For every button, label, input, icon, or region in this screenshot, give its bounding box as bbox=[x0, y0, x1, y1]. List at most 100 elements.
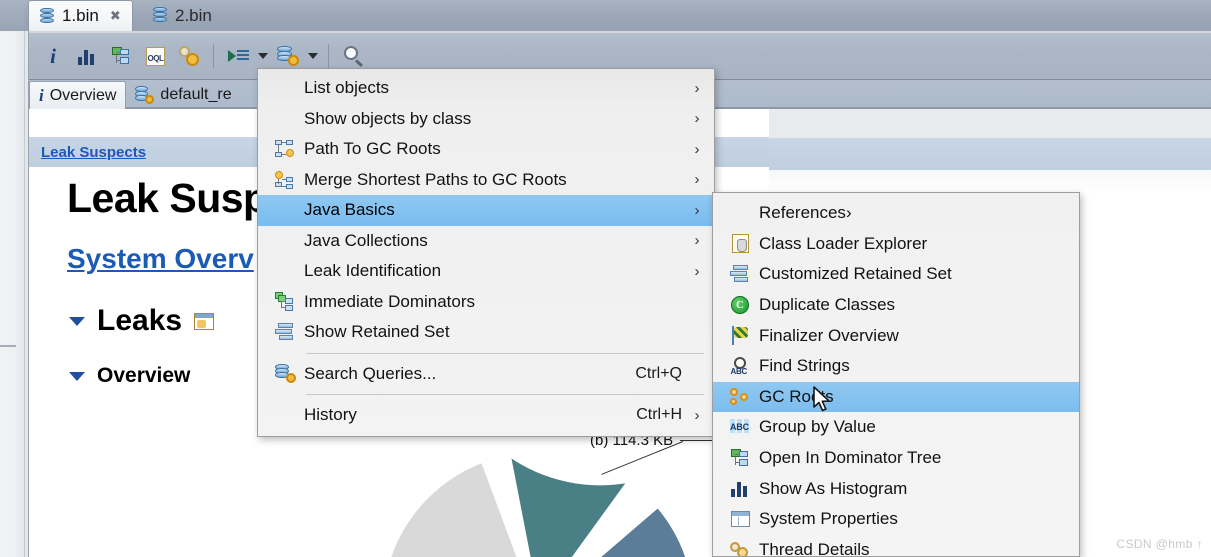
submenu-item-references[interactable]: References › bbox=[713, 198, 1079, 229]
retained-set-icon bbox=[730, 265, 750, 283]
menu-icon-slot bbox=[266, 323, 304, 341]
tab-default-report[interactable]: default_re bbox=[126, 81, 240, 109]
editor-tab-2bin[interactable]: 2.bin bbox=[142, 0, 223, 31]
menu-separator bbox=[306, 394, 704, 395]
menu-item-immediate-dominators[interactable]: Immediate Dominators bbox=[258, 287, 714, 318]
chevron-right-icon: › bbox=[694, 406, 700, 424]
menu-item-label: Duplicate Classes bbox=[759, 295, 896, 315]
menu-item-label: Class Loader Explorer bbox=[759, 233, 928, 253]
system-overview-link[interactable]: System Overv bbox=[67, 243, 254, 275]
menu-item-label: System Properties bbox=[759, 509, 898, 529]
chevron-right-icon: › bbox=[845, 203, 852, 223]
histogram-icon bbox=[77, 48, 97, 65]
find-strings-icon: ABC bbox=[731, 356, 750, 376]
twisty-down-icon[interactable] bbox=[69, 371, 85, 381]
chevron-down-icon bbox=[258, 53, 268, 59]
menu-item-show-retained-set[interactable]: Show Retained Set bbox=[258, 317, 714, 348]
section-overview-label: Overview bbox=[97, 364, 191, 387]
submenu-item-show-as-histogram[interactable]: Show As Histogram bbox=[713, 473, 1079, 504]
menu-item-label: Show objects by class bbox=[304, 108, 472, 128]
submenu-item-customized-retained-set[interactable]: Customized Retained Set bbox=[713, 259, 1079, 290]
menu-item-label: Path To GC Roots bbox=[304, 139, 441, 159]
breadcrumb-link-leak-suspects[interactable]: Leak Suspects bbox=[41, 144, 146, 161]
editor-tab-1bin[interactable]: 1.bin ✖ bbox=[28, 0, 133, 31]
menu-item-label: References bbox=[759, 203, 846, 223]
histogram-icon bbox=[730, 480, 750, 498]
editor-sash-handle[interactable] bbox=[0, 345, 16, 347]
left-gutter-top bbox=[0, 0, 24, 31]
submenu-item-thread-details[interactable]: Thread Details bbox=[713, 535, 1079, 557]
query-browser-icon bbox=[135, 86, 155, 104]
system-properties-icon bbox=[730, 511, 750, 528]
heap-dump-icon bbox=[39, 7, 55, 25]
query-browser-icon bbox=[277, 46, 299, 66]
toolbar-divider bbox=[328, 44, 329, 68]
oql-button[interactable]: OQL bbox=[138, 39, 172, 73]
overview-info-button[interactable]: i bbox=[36, 39, 70, 73]
application-window: 1.bin ✖ 2.bin i OQL i Overview default_r… bbox=[0, 0, 1211, 557]
retained-set-icon bbox=[275, 323, 295, 341]
submenu-item-group-by-value[interactable]: ABC Group by Value bbox=[713, 412, 1079, 443]
editor-tab-label: 2.bin bbox=[175, 5, 212, 25]
submenu-item-system-properties[interactable]: System Properties bbox=[713, 504, 1079, 535]
info-icon: i bbox=[39, 85, 44, 105]
chevron-right-icon: › bbox=[694, 232, 700, 250]
chevron-right-icon: › bbox=[694, 140, 700, 158]
editor-tab-label: 1.bin bbox=[62, 6, 99, 25]
section-leaks[interactable]: Leaks bbox=[69, 304, 215, 338]
menu-item-label: Merge Shortest Paths to GC Roots bbox=[304, 169, 567, 189]
submenu-item-finalizer-overview[interactable]: Finalizer Overview bbox=[713, 320, 1079, 351]
submenu-item-gc-roots[interactable]: GC Roots bbox=[713, 381, 1079, 413]
run-report-icon bbox=[227, 48, 249, 65]
toolbar-divider bbox=[213, 44, 214, 68]
path-to-gc-roots-icon bbox=[275, 140, 295, 158]
menu-item-list-objects[interactable]: List objects › bbox=[258, 73, 714, 104]
histogram-button[interactable] bbox=[70, 39, 104, 73]
menu-item-label: Open In Dominator Tree bbox=[759, 448, 942, 468]
section-leaks-label: Leaks bbox=[97, 304, 183, 337]
submenu-item-open-in-dominator-tree[interactable]: Open In Dominator Tree bbox=[713, 443, 1079, 474]
group-by-value-icon: ABC bbox=[730, 418, 750, 436]
menu-icon-slot bbox=[721, 326, 759, 346]
submenu-item-duplicate-classes[interactable]: C Duplicate Classes bbox=[713, 290, 1079, 321]
menu-item-leak-identification[interactable]: Leak Identification › bbox=[258, 256, 714, 287]
retained-size-pie-chart: (b) 114.3 KB bbox=[350, 432, 770, 557]
menu-separator bbox=[306, 352, 704, 354]
run-expert-system-test-button[interactable] bbox=[221, 39, 255, 73]
thread-overview-button[interactable] bbox=[172, 39, 206, 73]
menu-item-java-collections[interactable]: Java Collections › bbox=[258, 226, 714, 257]
finalizer-icon bbox=[731, 326, 750, 346]
menu-item-label: Finalizer Overview bbox=[759, 325, 899, 345]
thread-details-icon bbox=[730, 540, 750, 556]
editor-tab-strip: 1.bin ✖ 2.bin bbox=[24, 0, 1211, 31]
editor-sash-line-a bbox=[24, 31, 25, 557]
menu-item-label: Group by Value bbox=[759, 417, 876, 437]
twisty-down-icon[interactable] bbox=[69, 316, 85, 326]
menu-item-java-basics[interactable]: Java Basics › bbox=[258, 195, 714, 226]
submenu-item-class-loader-explorer[interactable]: Class Loader Explorer bbox=[713, 229, 1079, 260]
open-in-window-icon[interactable] bbox=[194, 312, 215, 330]
menu-icon-slot bbox=[266, 170, 304, 189]
watermark: CSDN @hmb ↑ bbox=[1116, 537, 1203, 551]
chevron-down-icon bbox=[308, 53, 318, 59]
menu-item-label: Immediate Dominators bbox=[304, 291, 476, 311]
menu-icon-slot bbox=[721, 449, 759, 467]
chevron-right-icon: › bbox=[694, 79, 700, 97]
menu-item-show-objects-by-class[interactable]: Show objects by class › bbox=[258, 104, 714, 135]
dominator-tree-button[interactable] bbox=[104, 39, 138, 73]
chevron-right-icon: › bbox=[694, 201, 700, 219]
view-tab-strip: i Overview default_re bbox=[29, 81, 241, 109]
menu-item-label: Thread Details bbox=[759, 539, 870, 557]
menu-item-history[interactable]: History Ctrl+H › bbox=[258, 400, 714, 431]
gc-roots-icon bbox=[730, 387, 750, 406]
tab-overview[interactable]: i Overview bbox=[29, 81, 127, 109]
menu-item-search-queries[interactable]: Search Queries... Ctrl+Q bbox=[258, 359, 714, 390]
close-icon[interactable]: ✖ bbox=[110, 8, 121, 24]
section-overview[interactable]: Overview bbox=[69, 364, 190, 388]
menu-item-merge-shortest-paths-to-gc-roots[interactable]: Merge Shortest Paths to GC Roots › bbox=[258, 165, 714, 196]
submenu-item-find-strings[interactable]: ABC Find Strings bbox=[713, 351, 1079, 382]
menu-item-path-to-gc-roots[interactable]: Path To GC Roots › bbox=[258, 134, 714, 165]
menu-icon-slot bbox=[721, 265, 759, 283]
menu-item-label: Customized Retained Set bbox=[759, 264, 952, 284]
menu-icon-slot: ABC bbox=[721, 418, 759, 436]
